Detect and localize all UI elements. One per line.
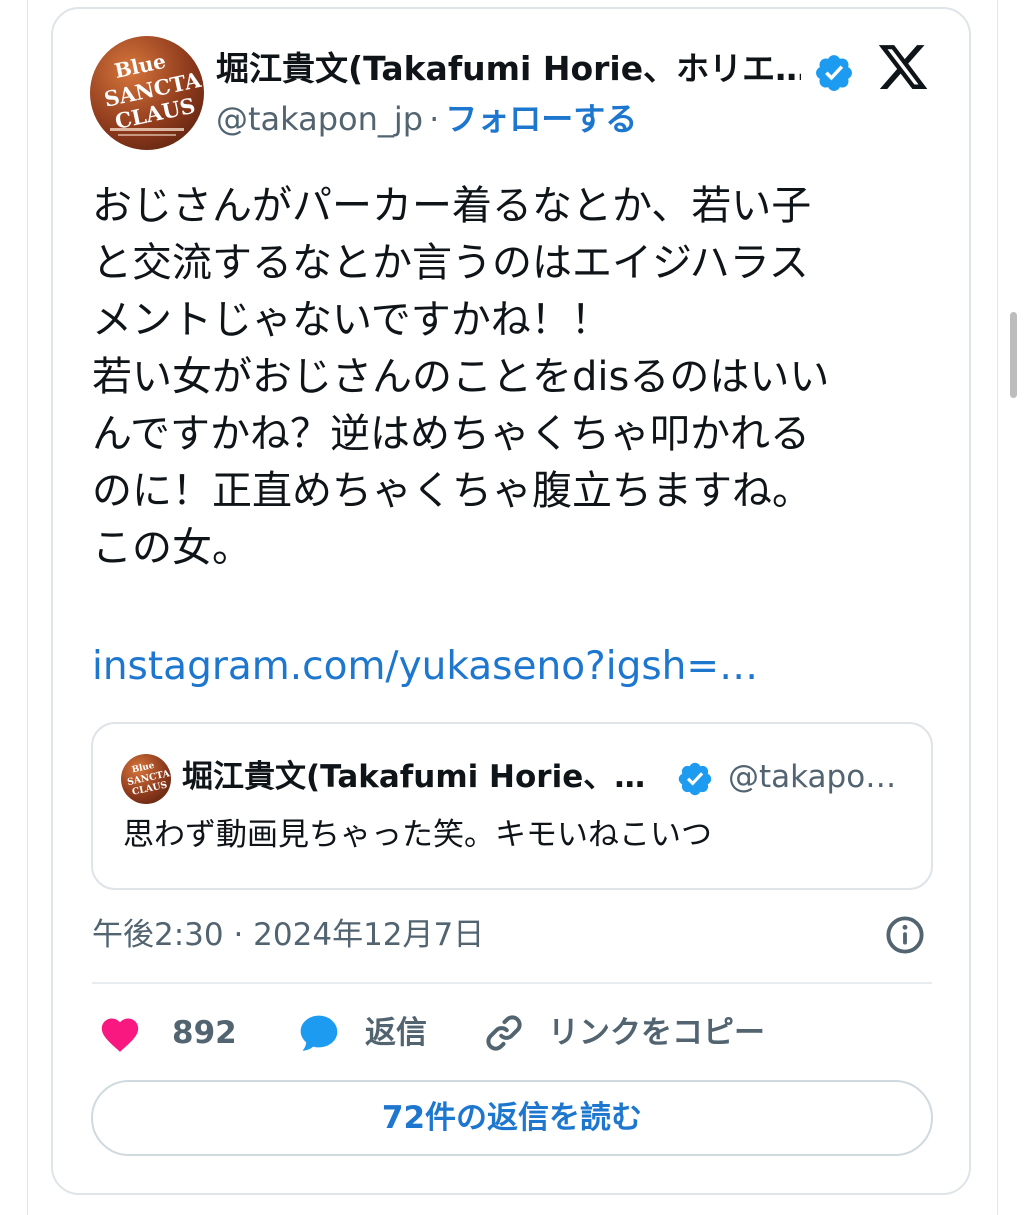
quoted-verified-badge-icon: [678, 762, 712, 796]
tweet-timestamp[interactable]: 午後2:30 · 2024年12月7日: [92, 912, 484, 958]
quoted-author-name: 堀江貴文(Takafumi Horie、…: [182, 759, 646, 795]
handle-row: @takapon_jp · フォローする: [216, 96, 637, 142]
copy-link-label: リンクをコピー: [548, 1015, 765, 1051]
quoted-avatar-logo: Blue SANCTA CLAUS: [126, 761, 171, 798]
read-replies-button[interactable]: 72件の返信を読む: [91, 1080, 933, 1156]
quoted-author-avatar: Blue SANCTA CLAUS: [121, 754, 171, 804]
separator-dot: ·: [429, 100, 440, 138]
reply-label: 返信: [365, 1015, 427, 1051]
avatar-logo: Blue SANCTA CLAUS: [102, 49, 204, 136]
tweet-text-line: メントじゃないですかね！！: [92, 297, 611, 343]
author-name[interactable]: 堀江貴文(Takafumi Horie、ホリエ…: [216, 44, 801, 94]
page: Blue SANCTA CLAUS 堀江貴文(Takafumi Horie、ホリ…: [0, 0, 1024, 1215]
left-border: [27, 0, 28, 1215]
x-logo-icon[interactable]: [876, 40, 930, 94]
tweet-text-line: おじさんがパーカー着るなとか、若い子: [92, 183, 812, 229]
quoted-author-handle: @takapo…: [728, 759, 897, 795]
link-icon: [486, 1015, 522, 1051]
tweet-text-line: この女。: [92, 525, 252, 571]
follow-button[interactable]: フォローする: [445, 100, 637, 138]
tweet-text-line: 若い女がおじさんのことをdisるのはいい: [92, 354, 830, 400]
author-avatar[interactable]: Blue SANCTA CLAUS: [90, 36, 204, 150]
like-count: 892: [172, 1015, 237, 1051]
tweet-text-line: のに！正直めちゃくちゃ腹立ちますね。: [92, 468, 812, 514]
instagram-link[interactable]: instagram.com/yukaseno?igsh=…: [92, 638, 758, 695]
reply-button[interactable]: 返信: [297, 1008, 427, 1058]
info-icon[interactable]: [884, 914, 926, 956]
author-handle[interactable]: @takapon_jp: [216, 100, 423, 138]
divider: [92, 982, 932, 984]
verified-badge-icon: [816, 55, 852, 91]
right-border: [997, 0, 998, 1215]
like-button[interactable]: 892: [98, 1008, 237, 1058]
heart-icon: [101, 1018, 139, 1052]
quoted-tweet-card[interactable]: [91, 722, 933, 890]
tweet-text: おじさんがパーカー着るなとか、若い子 と交流するなとか言うのはエイジハラス メン…: [92, 178, 922, 577]
tweet-text-line: と交流するなとか言うのはエイジハラス: [92, 240, 809, 286]
scrollbar-thumb[interactable]: [1010, 312, 1017, 398]
tweet-text-line: んですかね？逆はめちゃくちゃ叩かれる: [92, 411, 810, 457]
copy-link-button[interactable]: リンクをコピー: [482, 1008, 765, 1058]
speech-bubble-icon: [300, 1015, 338, 1051]
quoted-tweet-text: 思わず動画見ちゃった笑。キモいねこいつ: [123, 817, 712, 853]
